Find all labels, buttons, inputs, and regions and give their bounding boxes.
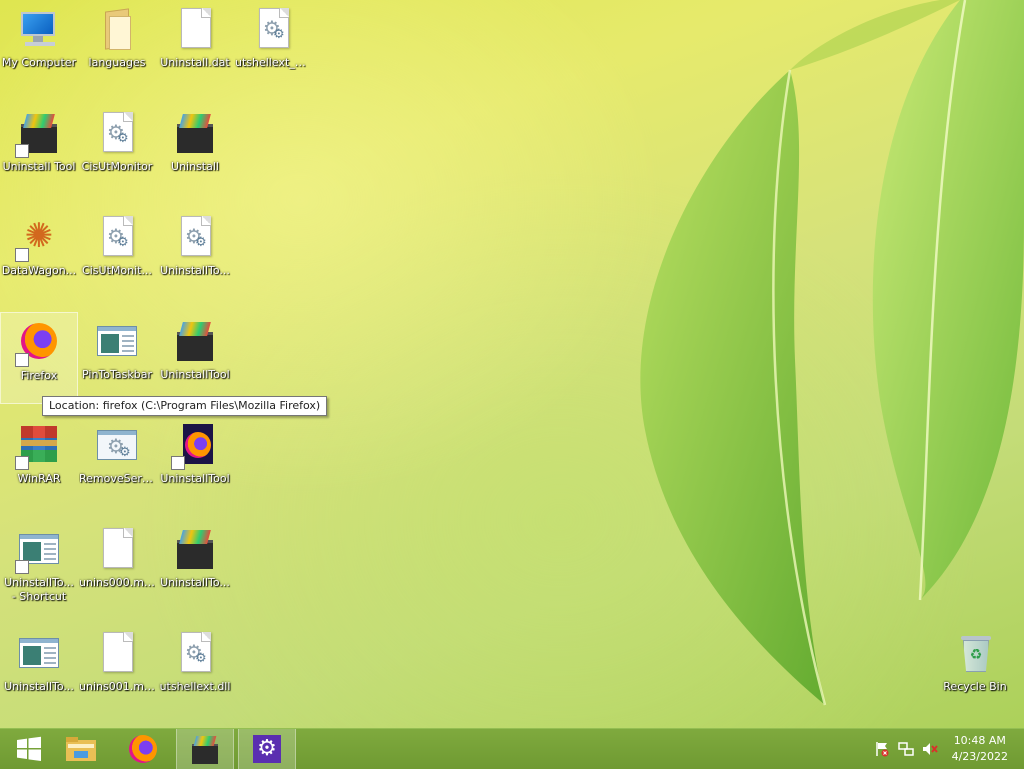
shortcut-arrow-icon <box>15 144 29 158</box>
shortcut-arrow-icon <box>171 456 185 470</box>
clock-date: 4/23/2022 <box>951 750 1008 763</box>
languages-folder-icon[interactable]: languages <box>78 0 156 92</box>
gear-icon: ⚙ <box>253 735 281 763</box>
settings-taskbar-button[interactable]: ⚙ <box>238 729 296 769</box>
firefox-icon <box>15 319 63 367</box>
uninstallto-shortcut-icon[interactable]: UninstallTo... - Shortcut <box>0 520 78 620</box>
shortcut-arrow-icon <box>15 456 29 470</box>
removeserv-icon[interactable]: ⚙ ⚙ RemoveServ... <box>78 416 156 508</box>
uninstall-tool-icon <box>171 526 219 574</box>
uninstallto-file-icon[interactable]: ⚙ ⚙ UninstallTo... <box>156 208 234 300</box>
action-center-flag-icon[interactable] <box>874 741 890 757</box>
icon-label: unins000.msg <box>79 576 155 589</box>
icon-label: languages <box>88 56 146 69</box>
uninstallto-window-icon[interactable]: UninstallTo... <box>0 624 78 716</box>
uninstall-tool-shortcut-icon[interactable]: Uninstall Tool <box>0 104 78 196</box>
icon-label: Firefox <box>20 369 58 382</box>
icon-label: PinToTaskbar <box>82 368 152 381</box>
start-button[interactable] <box>0 729 58 769</box>
volume-muted-icon[interactable] <box>922 741 938 757</box>
settings-file-icon: ⚙ ⚙ <box>171 214 219 262</box>
uninstall-tool-icon <box>171 318 219 366</box>
icon-label: WinRAR <box>17 472 61 485</box>
icon-label: UninstallTool <box>160 472 230 485</box>
recycle-bin-desktop-icon[interactable]: ♻ Recycle Bin <box>936 624 1014 716</box>
firefox-taskbar-button[interactable] <box>114 729 172 769</box>
cisutmonit-file-icon[interactable]: ⚙ ⚙ CisUtMonit... <box>78 208 156 300</box>
winrar-icon <box>15 422 63 470</box>
file-explorer-icon <box>66 737 96 761</box>
icon-label: CisUtMonitor <box>81 160 153 173</box>
icon-label: utshellext.dll <box>159 680 231 693</box>
file-explorer-button[interactable] <box>52 729 110 769</box>
uninstall-tool-icon <box>171 110 219 158</box>
icon-label: My Computer <box>1 56 77 69</box>
firefox-icon <box>129 735 157 763</box>
network-icon[interactable] <box>898 741 914 757</box>
computer-icon <box>15 6 63 54</box>
folder-icon <box>93 6 141 54</box>
blank-file-icon <box>93 630 141 678</box>
uninstall-tool-icon <box>15 110 63 158</box>
icon-label: RemoveServ... <box>79 472 155 485</box>
uninstall-tool-taskbar-button[interactable] <box>176 729 234 769</box>
icon-label: UninstallTo... <box>4 680 74 693</box>
icon-label: DataWagon... <box>1 264 77 277</box>
uninstalltool-app-icon[interactable]: UninstallTool <box>156 312 234 404</box>
recycle-bin-icon: ♻ <box>951 630 999 678</box>
datawagon-icon: ✺ <box>15 214 63 262</box>
settings-file-icon: ⚙ ⚙ <box>93 110 141 158</box>
windows-logo-icon <box>17 736 41 761</box>
blank-file-icon <box>93 526 141 574</box>
icon-label: CisUtMonit... <box>82 264 152 277</box>
desktop[interactable]: My Computer languages Uninstall.dat ⚙ ⚙ u… <box>0 0 1024 728</box>
icon-label: Uninstall Tool <box>2 160 76 173</box>
icon-label: Recycle Bin <box>943 680 1007 693</box>
datawagon-shortcut-icon[interactable]: ✺ DataWagon... <box>0 208 78 300</box>
settings-file-icon: ⚙ ⚙ <box>171 630 219 678</box>
icon-label: UninstallTool <box>160 368 230 381</box>
winrar-shortcut-icon[interactable]: WinRAR <box>0 416 78 508</box>
unins000-msg-file-icon[interactable]: unins000.msg <box>78 520 156 612</box>
settings-file-icon: ⚙ ⚙ <box>93 214 141 262</box>
pintotaskbar-icon[interactable]: PinToTaskbar <box>78 312 156 404</box>
unins001-msg-file-icon[interactable]: unins001.msg <box>78 624 156 716</box>
clock-time: 10:48 AM <box>953 734 1006 747</box>
icon-label: utshellext_x... <box>235 56 311 69</box>
clock[interactable]: 10:48 AM 4/23/2022 <box>952 733 1008 765</box>
blank-file-icon <box>171 6 219 54</box>
settings-file-icon: ⚙ ⚙ <box>249 6 297 54</box>
icon-label: Uninstall.dat <box>160 56 230 69</box>
icon-label: UninstallTo... <box>160 576 230 589</box>
settings-app-icon: ⚙ ⚙ <box>93 422 141 470</box>
firefox-shortcut-icon[interactable]: Firefox <box>0 312 78 404</box>
icon-label: Uninstall <box>171 160 219 173</box>
utshellext-dll-file-icon[interactable]: ⚙ ⚙ utshellext.dll <box>156 624 234 716</box>
firefox-dark-icon <box>171 422 219 470</box>
my-computer-desktop-icon[interactable]: My Computer <box>0 0 78 92</box>
window-app-icon <box>93 318 141 366</box>
uninstall-tool-icon <box>190 734 220 764</box>
uninstall-dat-file-icon[interactable]: Uninstall.dat <box>156 0 234 92</box>
icon-label: UninstallTo... <box>160 264 230 277</box>
cisutmonitor-icon[interactable]: ⚙ ⚙ CisUtMonitor <box>78 104 156 196</box>
uninstall-app-icon[interactable]: Uninstall <box>156 104 234 196</box>
location-tooltip: Location: firefox (C:\Program Files\Mozi… <box>42 396 328 416</box>
uninstallto-app-icon[interactable]: UninstallTo... <box>156 520 234 612</box>
icon-label: unins001.msg <box>79 680 155 693</box>
taskbar: ⚙ 10:48 AM 4/23/2022 <box>0 728 1024 769</box>
utshellext-x-file-icon[interactable]: ⚙ ⚙ utshellext_x... <box>234 0 312 92</box>
uninstalltool-firefox-shortcut-icon[interactable]: UninstallTool <box>156 416 234 508</box>
icon-label: UninstallTo... - Shortcut <box>4 576 74 603</box>
window-app-icon <box>15 630 63 678</box>
window-app-icon <box>15 526 63 574</box>
shortcut-arrow-icon <box>15 353 29 367</box>
shortcut-arrow-icon <box>15 248 29 262</box>
shortcut-arrow-icon <box>15 560 29 574</box>
